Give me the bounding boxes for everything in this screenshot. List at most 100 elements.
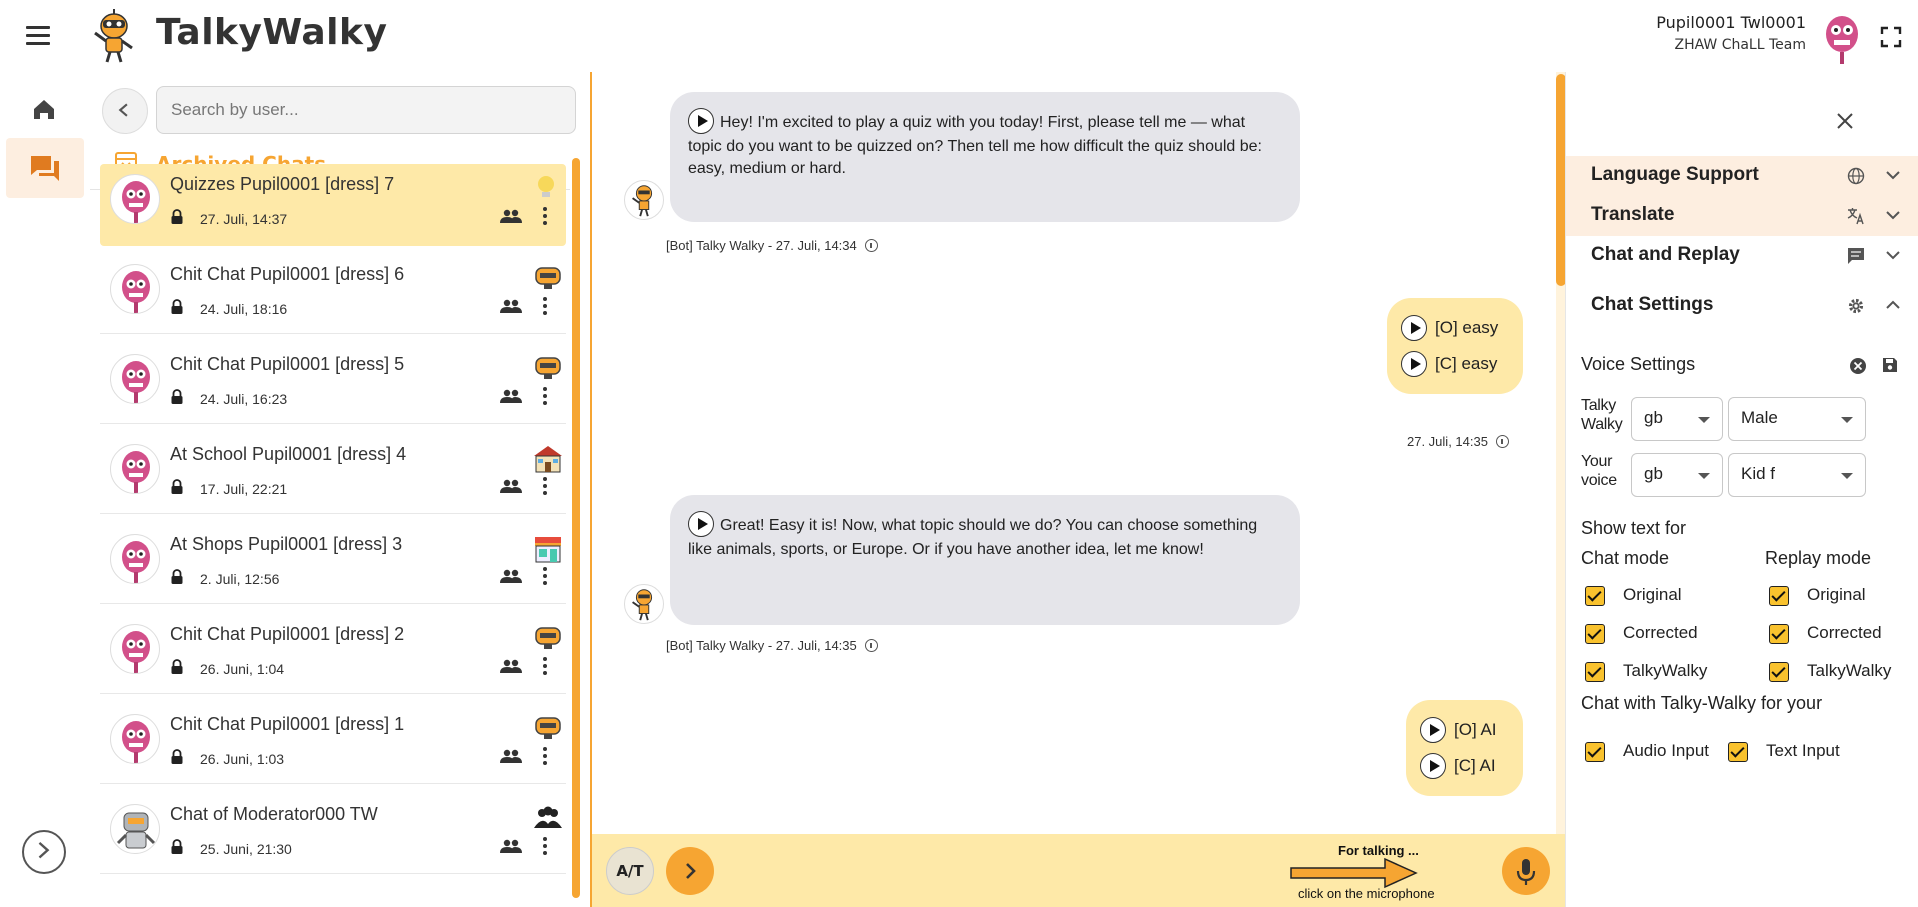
replay-mode-checkbox[interactable] [1769,586,1789,606]
chat-mode-checkbox[interactable] [1585,624,1605,644]
nav-rail [0,72,90,907]
home-icon[interactable] [24,88,64,128]
chat-with-checkbox[interactable] [1585,742,1605,762]
chat-avatar [110,804,160,854]
shop-icon [535,537,561,563]
chat-date: 2. Juli, 12:56 [200,571,280,587]
chat-list-item[interactable]: Chat of Moderator000 TW 25. Juni, 21:30 [100,794,566,874]
more-vertical-icon[interactable] [542,656,548,676]
participants-icon[interactable] [500,208,522,224]
voice-settings-title: Voice Settings [1581,354,1696,374]
participants-icon[interactable] [500,568,522,584]
participants-icon[interactable] [500,838,522,854]
reset-icon[interactable] [1849,357,1867,375]
chat-list-item[interactable]: At Shops Pupil0001 [dress] 3 2. Juli, 12:… [100,524,566,604]
participants-icon[interactable] [500,478,522,494]
lock-icon [171,839,183,854]
section-language-support[interactable]: Language Support [1566,156,1918,196]
your-voice-select[interactable]: Kid f [1728,453,1866,497]
more-vertical-icon[interactable] [542,386,548,406]
replay-mode-checkbox[interactable] [1769,662,1789,682]
talkywalky-robot-logo-icon [94,9,133,63]
top-header: TalkyWalky Pupil0001 Twl0001 ZHAW ChaLL … [0,0,1918,72]
your-language-select[interactable]: gb [1631,453,1723,497]
section-title: Language Support [1591,164,1759,185]
user-corrected-text: [C] AI [1454,756,1496,775]
participants-icon[interactable] [500,388,522,404]
microphone-button[interactable] [1502,847,1550,895]
info-icon[interactable] [1495,435,1509,449]
message-meta: [Bot] Talky Walky - 27. Juli, 14:35 [666,638,878,653]
chat-title: Quizzes Pupil0001 [dress] 7 [170,174,395,194]
group-icon [534,806,562,828]
play-audio-icon[interactable] [1401,315,1427,341]
more-vertical-icon[interactable] [542,296,548,316]
chat-with-title: Chat with Talky-Walky for your [1581,693,1823,713]
chat-mode-checkbox[interactable] [1585,662,1605,682]
more-vertical-icon[interactable] [542,566,548,586]
chat-title: At School Pupil0001 [dress] 4 [170,444,407,464]
chevron-right-icon [38,842,50,859]
info-icon[interactable] [864,639,878,653]
chat-list-item[interactable]: Chit Chat Pupil0001 [dress] 5 24. Juli, 1… [100,344,566,424]
more-vertical-icon[interactable] [542,476,548,496]
section-chat-and-replay[interactable]: Chat and Replay [1566,236,1918,276]
chat-list-item[interactable]: Chit Chat Pupil0001 [dress] 1 26. Juni, 1… [100,704,566,784]
hamburger-menu-icon[interactable] [26,26,50,46]
play-audio-icon[interactable] [688,108,714,134]
more-vertical-icon[interactable] [542,746,548,766]
chat-list-item[interactable]: Chit Chat Pupil0001 [dress] 6 24. Juli, 1… [100,254,566,334]
audio-text-toggle-button[interactable]: A/T [606,847,654,895]
play-audio-icon[interactable] [1401,351,1427,377]
section-title: Translate [1591,204,1675,225]
chat-date: 26. Juni, 1:03 [200,751,285,767]
chat-list-item[interactable]: Chit Chat Pupil0001 [dress] 2 26. Juni, 1… [100,614,566,694]
expand-sidebar-button[interactable] [22,830,66,874]
chat-title: Chat of Moderator000 TW [170,804,378,824]
replay-mode-option-label: Corrected [1807,623,1882,642]
chit-chat-icon [535,357,561,379]
participants-icon[interactable] [500,298,522,314]
chat-title: Chit Chat Pupil0001 [dress] 2 [170,624,405,644]
lock-icon [171,659,183,674]
app-root: TalkyWalky Pupil0001 Twl0001 ZHAW ChaLL … [0,0,1918,907]
search-input[interactable] [156,86,576,134]
chat-with-checkbox[interactable] [1728,742,1748,762]
bot-message-bubble: Hey! I'm excited to play a quiz with you… [670,92,1300,222]
talking-hint-text: click on the microphone [1298,886,1435,901]
user-name: Pupil0001 Twl0001 [1656,13,1806,32]
chat-list-item[interactable]: At School Pupil0001 [dress] 4 17. Juli, 2… [100,434,566,514]
back-button[interactable] [102,88,148,134]
play-audio-icon[interactable] [1420,717,1446,743]
user-avatar[interactable] [1822,14,1862,66]
chat-mode-checkbox[interactable] [1585,586,1605,606]
chevron-right-icon [686,863,696,879]
talky-voice-select[interactable]: Male [1728,397,1866,441]
save-icon[interactable] [1882,357,1898,373]
participants-icon[interactable] [500,658,522,674]
talky-walky-voice-label: Talky Walky [1581,397,1623,433]
participants-icon[interactable] [500,748,522,764]
play-audio-icon[interactable] [1420,753,1446,779]
close-icon[interactable] [1836,112,1854,130]
section-chat-settings[interactable]: Chat Settings [1566,286,1918,326]
sidebar-item-chats[interactable] [6,138,84,198]
info-icon[interactable] [864,239,878,253]
chat-list-scrollbar[interactable] [572,158,580,898]
chevron-down-icon [1886,211,1900,220]
talky-language-select[interactable]: gb [1631,397,1723,441]
chat-date: 25. Juni, 21:30 [200,841,292,857]
fullscreen-icon[interactable] [1880,26,1902,48]
more-vertical-icon[interactable] [542,206,548,226]
arrow-right-icon [1290,857,1418,889]
message-meta-text: 27. Juli, 14:35 [1407,434,1488,449]
send-button[interactable] [666,847,714,895]
chat-list-item[interactable]: Quizzes Pupil0001 [dress] 7 27. Juli, 14:… [100,164,566,246]
chit-chat-icon [535,627,561,649]
replay-mode-checkbox[interactable] [1769,624,1789,644]
chevron-down-icon [1886,251,1900,260]
more-vertical-icon[interactable] [542,836,548,856]
play-audio-icon[interactable] [688,511,714,537]
section-translate[interactable]: Translate [1566,196,1918,236]
chevron-left-icon [118,103,128,117]
